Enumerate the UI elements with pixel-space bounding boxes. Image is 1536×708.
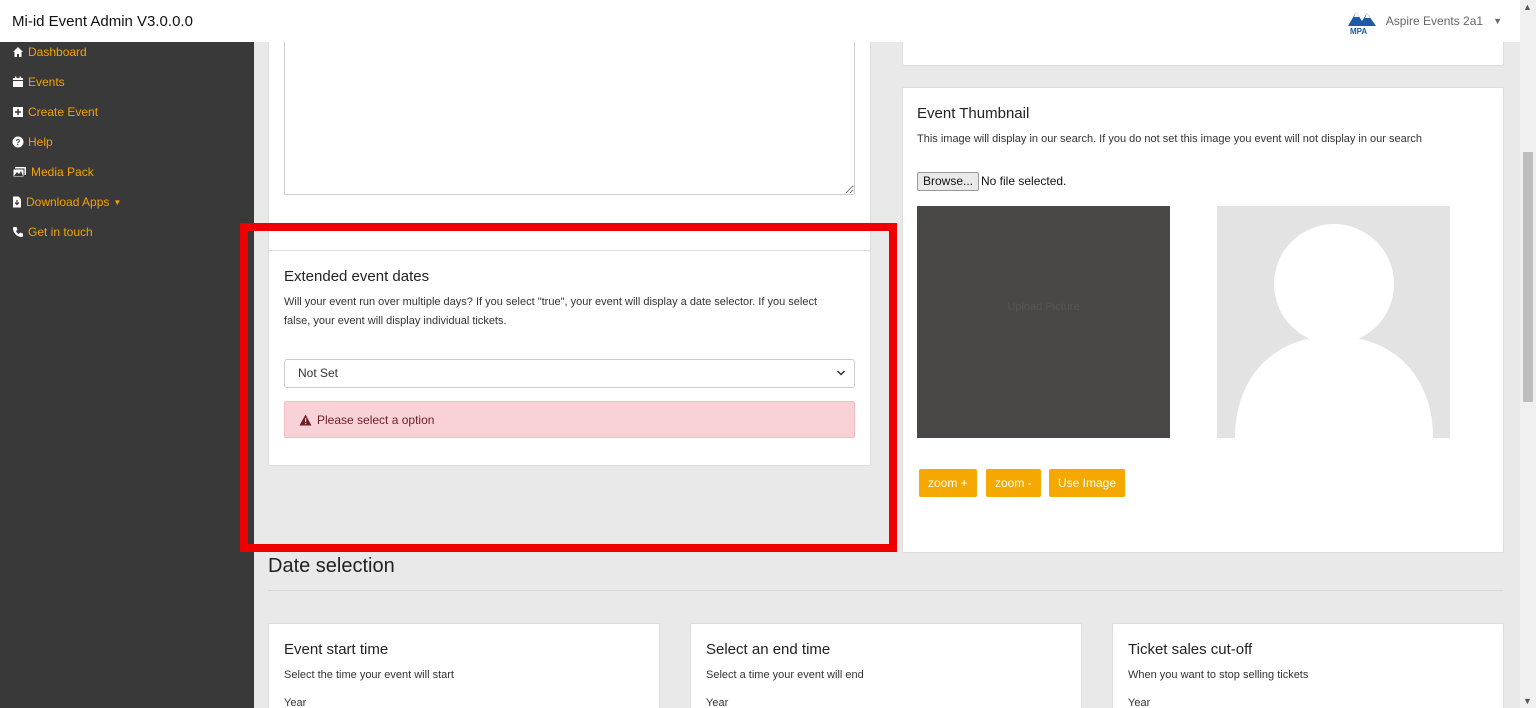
plus-square-icon	[13, 107, 23, 117]
alert-text: Please select a option	[317, 412, 435, 427]
sidebar-item-events[interactable]: Events	[12, 75, 65, 89]
end-time-card: Select an end time Select a time your ev…	[690, 623, 1082, 708]
card-description: This image will display in our search. I…	[917, 133, 1423, 145]
warning-icon	[299, 414, 312, 425]
year-label: Year	[1128, 697, 1151, 708]
start-time-card: Event start time Select the time your ev…	[268, 623, 660, 708]
sidebar-item-label: Get in touch	[28, 225, 93, 239]
scroll-thumb[interactable]	[1523, 152, 1533, 402]
zoom-out-button[interactable]: zoom -	[986, 469, 1041, 497]
sidebar-item-label: Help	[28, 135, 53, 149]
extended-dates-select[interactable]: Not Set	[284, 359, 855, 388]
chevron-down-icon[interactable]: ▼	[1493, 16, 1502, 26]
extended-dates-card: Extended event dates Will your event run…	[268, 250, 871, 466]
file-download-icon	[13, 196, 21, 208]
question-circle-icon: ?	[12, 136, 24, 148]
card-description: Select the time your event will start	[284, 669, 454, 681]
page-scrollbar[interactable]: ▲ ▼	[1520, 0, 1536, 708]
file-status: No file selected.	[981, 174, 1067, 188]
images-icon	[12, 167, 26, 178]
sidebar-item-label: Media Pack	[31, 165, 94, 179]
zoom-in-button[interactable]: zoom +	[919, 469, 977, 497]
sidebar-item-download-apps[interactable]: Download Apps ▼	[12, 195, 121, 209]
sidebar-item-create-event[interactable]: Create Event	[12, 105, 98, 119]
sidebar: Dashboard Events Create Event ? Help Med…	[0, 42, 254, 708]
user-menu[interactable]: MPA Aspire Events 2a1 ▼	[1346, 6, 1502, 36]
sidebar-item-label: Events	[28, 75, 65, 89]
upload-label: Upload Picture	[1007, 301, 1080, 313]
sidebar-item-media-pack[interactable]: Media Pack	[12, 165, 94, 179]
use-image-button[interactable]: Use Image	[1049, 469, 1126, 497]
thumbnail-card: Event Thumbnail This image will display …	[902, 87, 1504, 553]
mpa-logo: MPA	[1347, 12, 1376, 36]
sidebar-item-help[interactable]: ? Help	[12, 135, 53, 149]
top-bar: Mi-id Event Admin V3.0.0.0 MPA Aspire Ev…	[0, 0, 1536, 42]
year-label: Year	[706, 697, 729, 708]
divider	[268, 590, 1503, 591]
avatar-placeholder	[1217, 206, 1450, 438]
scroll-down-icon[interactable]: ▼	[1523, 696, 1532, 706]
description-textarea[interactable]	[284, 42, 855, 195]
card-title: Event start time	[284, 641, 389, 658]
date-selection-title: Date selection	[268, 555, 395, 577]
home-icon	[13, 47, 23, 57]
description-card	[268, 42, 871, 266]
sidebar-item-label: Create Event	[28, 105, 99, 119]
caret-down-icon: ▼	[113, 197, 122, 207]
browse-button[interactable]: Browse...	[917, 172, 980, 191]
card-title: Ticket sales cut-off	[1128, 641, 1253, 658]
card-title: Extended event dates	[284, 268, 430, 285]
main-content: Extended event dates Will your event run…	[254, 42, 1520, 708]
year-label: Year	[284, 697, 307, 708]
app-title: Mi-id Event Admin V3.0.0.0	[12, 13, 193, 30]
card-description: When you want to stop selling tickets	[1128, 669, 1309, 681]
scroll-up-icon[interactable]: ▲	[1523, 2, 1532, 12]
svg-text:?: ?	[16, 138, 21, 147]
calendar-icon	[13, 76, 23, 87]
upload-picture-area[interactable]: Upload Picture	[917, 206, 1170, 438]
user-name[interactable]: Aspire Events 2a1	[1386, 14, 1483, 28]
person-silhouette-icon	[1235, 224, 1433, 438]
sidebar-item-get-in-touch[interactable]: Get in touch	[12, 225, 93, 239]
card-title: Event Thumbnail	[917, 105, 1030, 122]
sidebar-item-label: Download Apps	[26, 195, 110, 209]
card-description: Will your event run over multiple days? …	[284, 296, 818, 327]
chevron-down-icon	[836, 370, 846, 376]
logo-text: MPA	[1350, 27, 1367, 36]
sidebar-item-label: Dashboard	[28, 45, 87, 59]
card-title: Select an end time	[706, 641, 831, 658]
sales-cutoff-card: Ticket sales cut-off When you want to st…	[1112, 623, 1504, 708]
sidebar-item-dashboard[interactable]: Dashboard	[12, 45, 87, 59]
select-value: Not Set	[298, 366, 339, 380]
phone-icon	[13, 227, 23, 237]
card-description: Select a time your event will end	[706, 669, 864, 681]
top-right-card	[902, 42, 1504, 66]
validation-alert: Please select a option	[284, 401, 855, 438]
